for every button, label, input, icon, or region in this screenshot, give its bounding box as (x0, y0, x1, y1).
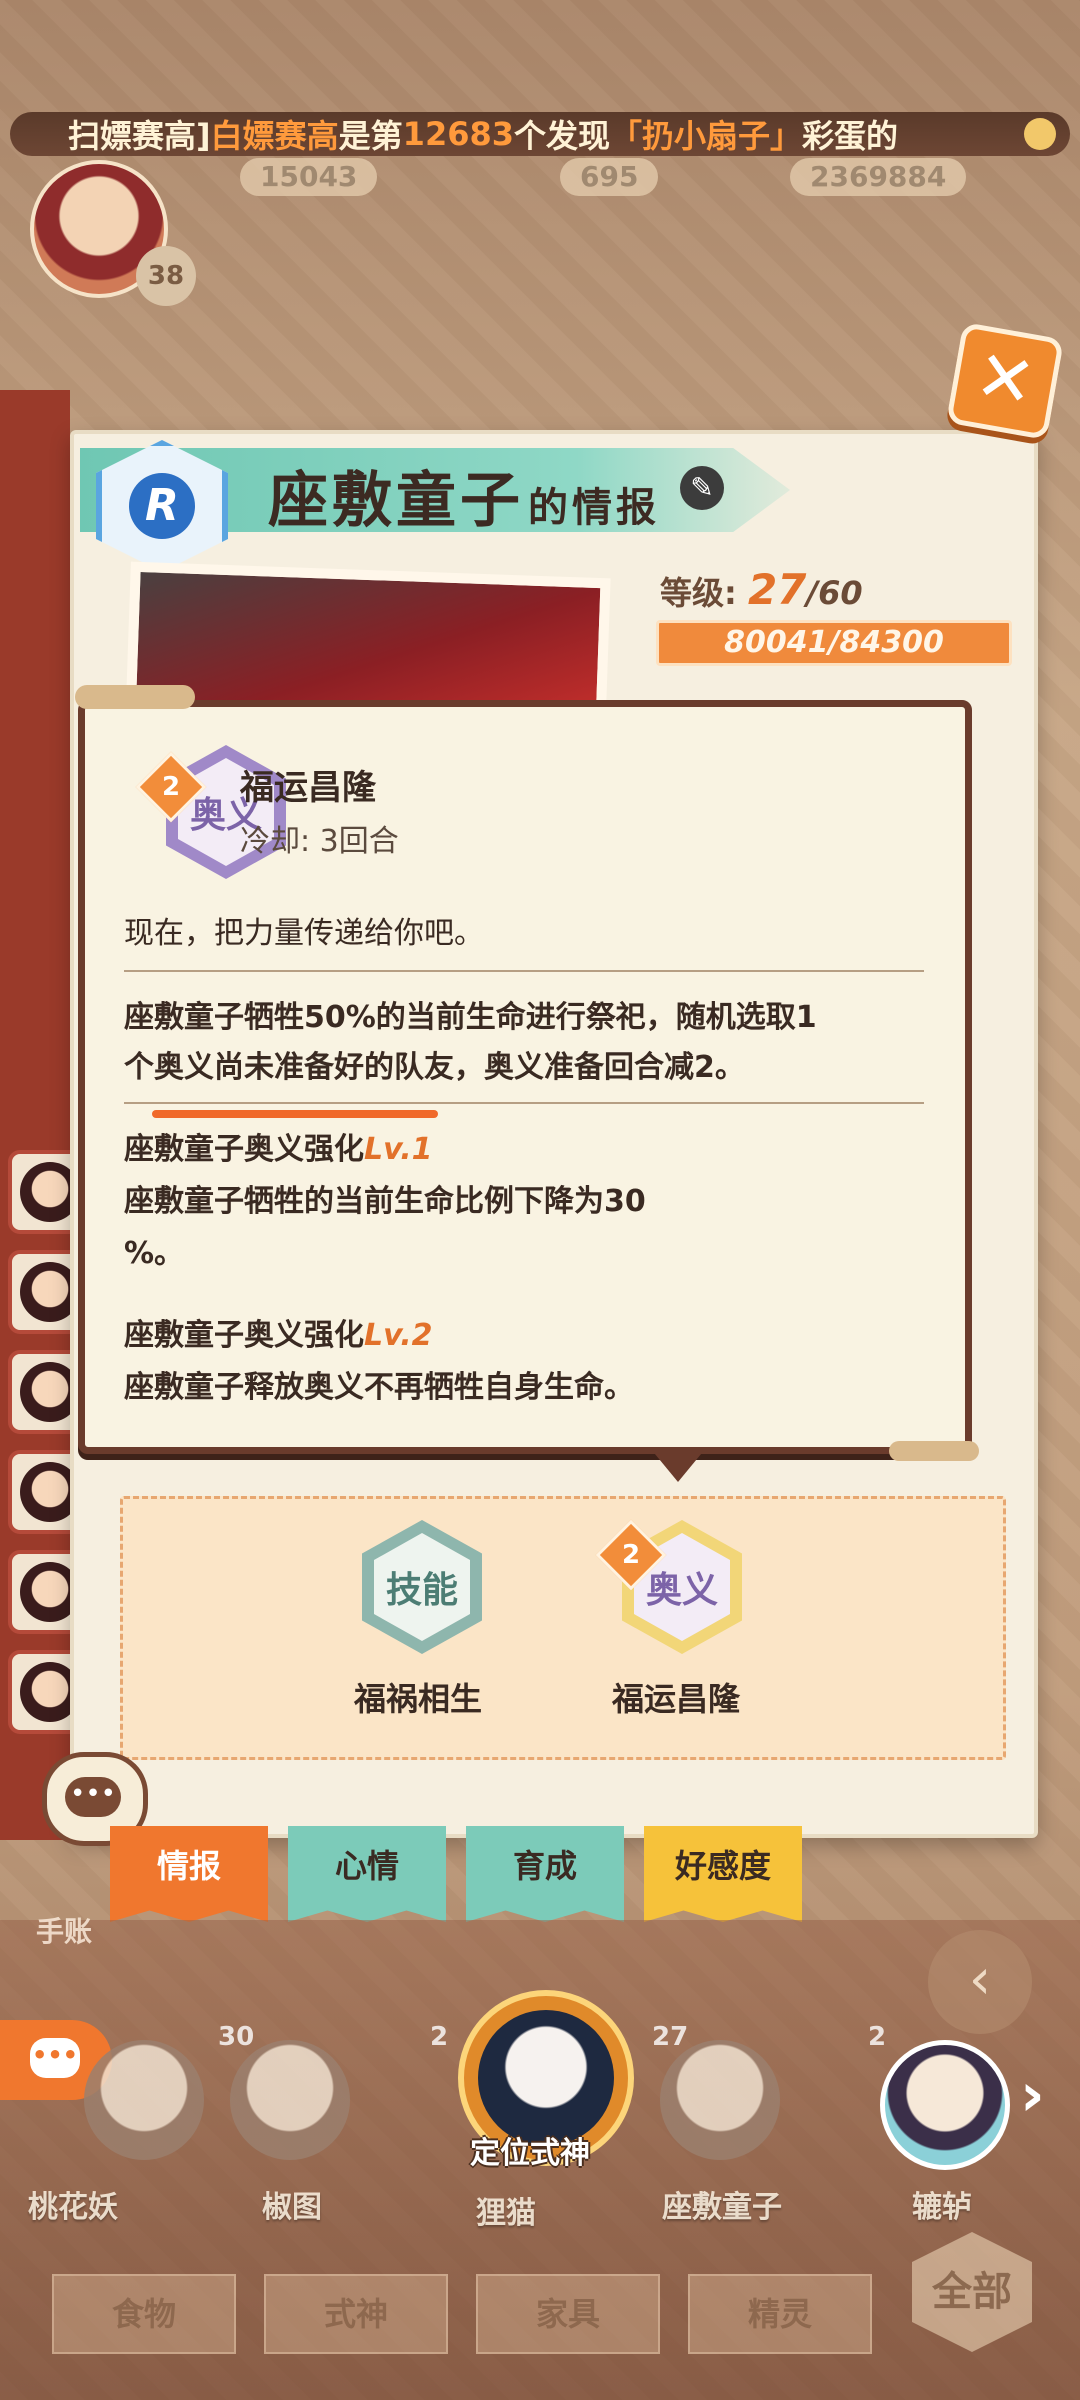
chat-icon: ••• (30, 2038, 80, 2078)
tooltip-pointer (650, 1448, 706, 1482)
tab-affection[interactable]: 好感度 (644, 1826, 802, 1922)
upgrade-2-title: 座敷童子奥义强化Lv.2 (124, 1318, 433, 1353)
roster-level: 27 (652, 2022, 689, 2052)
skill-2-name: 福运昌隆 (612, 1680, 741, 1718)
ticker-segment: 彩蛋的 (802, 117, 899, 155)
roster-level: 30 (218, 2022, 255, 2052)
upgrade-1-title: 座敷童子奥义强化Lv.1 (124, 1132, 433, 1167)
title-suffix: 的情报 (528, 485, 660, 531)
tab-training[interactable]: 育成 (466, 1826, 624, 1922)
upgrade-1-desc: 座敷童子牺牲的当前生命比例下降为30 (124, 1184, 646, 1219)
ticker-count: 12683 (402, 115, 514, 153)
upgrade-1-desc: %。 (124, 1236, 185, 1271)
stamina-display: 15043 (240, 158, 378, 196)
roster-level: 2 (430, 2022, 449, 2052)
flower-emblem-icon (1024, 118, 1056, 150)
announcement-ticker: 扫嫖赛高] 白嫖赛高 是第 12683 个发现 「扔小扇子」 彩蛋的 (10, 112, 1070, 156)
next-arrow-icon[interactable]: › (1020, 2060, 1045, 2130)
shikigami-name: 座敷童子 (268, 466, 524, 536)
upgrade-2-desc: 座敷童子释放奥义不再牺牲自身生命。 (124, 1370, 634, 1405)
shikigami-title: 座敷童子 的情报 (268, 452, 660, 539)
skill-1-badge: 技能 (374, 1533, 470, 1641)
notebook-button[interactable]: 手账 (36, 1910, 92, 1950)
category-tab[interactable]: 式神 (264, 2274, 448, 2354)
stamina-value: 15043 (240, 158, 378, 196)
roster-shikigami[interactable] (880, 2040, 1010, 2170)
coin-display: 2369884 (790, 158, 967, 196)
ellipsis-icon: ••• (65, 1777, 121, 1817)
roster-name: 座敷童子 (662, 2190, 782, 2225)
level-max: /60 (806, 574, 863, 612)
locate-shikigami-label: 定位式神 (470, 2136, 590, 2171)
upgrade-2-level: Lv.2 (364, 1318, 433, 1353)
skill-cooldown: 冷却: 3回合 (240, 824, 399, 859)
tab-mood[interactable]: 心情 (288, 1826, 446, 1922)
roster-name: 椒图 (262, 2190, 322, 2225)
level-value: 27 (747, 565, 807, 614)
skill-name: 福运昌隆 (240, 768, 376, 808)
exp-bar: 80041/84300 (656, 620, 1012, 666)
roster-name: 桃花妖 (28, 2190, 118, 2225)
back-arrow-icon[interactable]: ‹ (928, 1930, 1032, 2034)
roster-shikigami[interactable] (230, 2040, 350, 2160)
level-label: 等级: (660, 574, 737, 612)
tooltip-cloud-decoration (75, 685, 195, 709)
tab-info[interactable]: 情报 (110, 1826, 268, 1922)
red-highlight-underline (152, 1110, 438, 1118)
divider (124, 970, 924, 972)
ticker-segment: 扫嫖赛高] (68, 117, 211, 155)
skill-effect-line: 个奥义尚未准备好的队友，奥义准备回合减2。 (124, 1050, 745, 1085)
upgrade-1-level: Lv.1 (364, 1132, 433, 1167)
jade-display: 695 (560, 158, 659, 196)
roster-shikigami[interactable] (84, 2040, 204, 2160)
level-display: 等级: 27/60 (660, 565, 863, 614)
divider (124, 1102, 924, 1104)
jade-value: 695 (560, 158, 659, 196)
roster-level: 2 (868, 2022, 887, 2052)
category-tab[interactable]: 家具 (476, 2274, 660, 2354)
tooltip-cloud-decoration (889, 1441, 979, 1461)
category-tab[interactable]: 食物 (52, 2274, 236, 2354)
ticker-segment: 是第 (338, 117, 403, 155)
ticker-easter-egg: 「扔小扇子」 (610, 117, 803, 155)
ticker-player-name: 白嫖赛高 (210, 117, 339, 155)
skill-1-name: 福祸相生 (354, 1680, 483, 1718)
edit-pencil-icon[interactable]: ✎ (680, 466, 724, 510)
roster-shikigami[interactable] (660, 2040, 780, 2160)
rarity-letter: R (129, 473, 195, 539)
roster-name: 辘轳 (912, 2190, 972, 2225)
player-level-badge: 38 (136, 246, 196, 306)
close-button[interactable]: ✕ (945, 321, 1065, 441)
skill-quote: 现在，把力量传递给你吧。 (124, 916, 484, 951)
ticker-segment: 个发现 (514, 117, 611, 155)
skill-effect-line: 座敷童子牺牲50%的当前生命进行祭祀，随机选取1 (124, 1000, 817, 1035)
skill-selection-area (120, 1496, 1006, 1760)
category-tab[interactable]: 精灵 (688, 2274, 872, 2354)
coin-value: 2369884 (790, 158, 967, 196)
roster-name: 狸猫 (476, 2196, 536, 2231)
